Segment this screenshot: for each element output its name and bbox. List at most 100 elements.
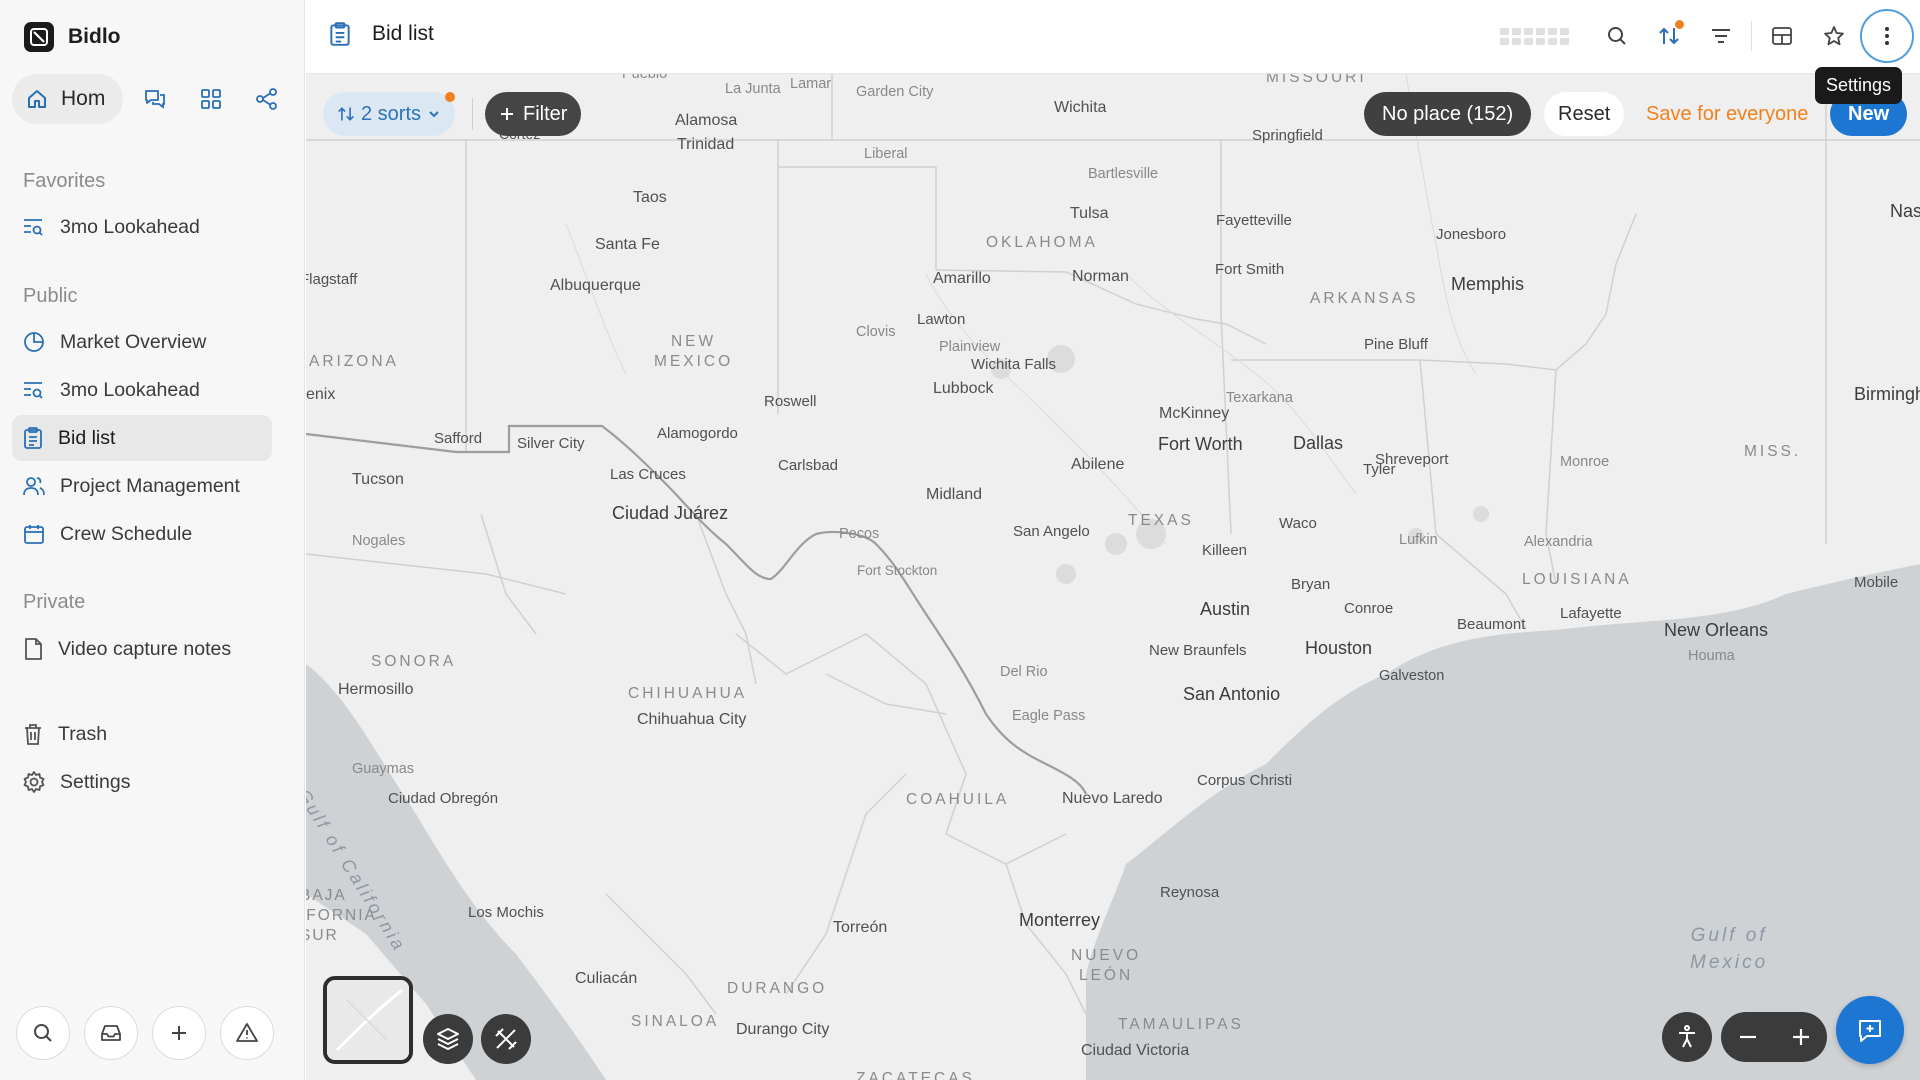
home-button[interactable]: Hom xyxy=(12,74,124,124)
sidebar-item-label: 3mo Lookahead xyxy=(60,378,200,401)
sidebar-item-market-overview[interactable]: Market Overview xyxy=(12,319,272,365)
map-label: Ciudad Victoria xyxy=(1081,1042,1190,1059)
map-thumbnail-icon xyxy=(327,980,409,1060)
accessibility-icon xyxy=(1679,1025,1695,1048)
chevron-down-icon xyxy=(429,111,439,118)
app-name: Bidlo xyxy=(68,25,121,48)
map-label: Ciudad Juárez xyxy=(612,503,729,523)
messages-button[interactable] xyxy=(131,75,179,123)
sort-button[interactable] xyxy=(1643,9,1695,63)
header-toolbar xyxy=(1500,9,1914,63)
trash-icon xyxy=(25,724,41,745)
map-label: Los Mochis xyxy=(468,904,544,921)
zoom-out-icon[interactable] xyxy=(1737,1026,1759,1048)
map-label: Houma xyxy=(1688,648,1735,664)
sidebar-item-label: Trash xyxy=(58,722,108,745)
search-button[interactable] xyxy=(16,1006,70,1060)
map-view[interactable]: Pueblo La Junta Lamar Garden City Wichit… xyxy=(306,74,1920,1080)
search-button[interactable] xyxy=(1591,9,1643,63)
reset-button[interactable]: Reset xyxy=(1544,92,1625,136)
map-label: Safford xyxy=(434,430,483,447)
map-label: Mobile xyxy=(1854,574,1899,591)
brand[interactable]: Bidlo xyxy=(24,22,121,52)
map-label: Garden City xyxy=(856,84,934,100)
star-icon xyxy=(1824,26,1844,46)
graph-button[interactable] xyxy=(243,75,291,123)
file-icon xyxy=(25,638,42,660)
no-place-label: No place (152) xyxy=(1382,102,1514,125)
layout-button[interactable] xyxy=(1756,9,1808,63)
map-label: Fayetteville xyxy=(1216,212,1292,229)
map-label: Bryan xyxy=(1291,576,1331,593)
map-label: Silver City xyxy=(517,435,585,452)
no-place-button[interactable]: No place (152) xyxy=(1364,92,1532,136)
sidebar: Bidlo Hom Favorites 3mo Lookahead Public… xyxy=(0,0,305,1080)
sidebar-item-crew-schedule[interactable]: Crew Schedule xyxy=(12,511,272,557)
add-button[interactable] xyxy=(152,1006,206,1060)
map-label: Clovis xyxy=(856,324,896,340)
favorite-button[interactable] xyxy=(1808,9,1860,63)
sorts-button[interactable]: 2 sorts xyxy=(323,92,456,136)
map-label: Norman xyxy=(1072,268,1129,285)
sidebar-item-settings[interactable]: Settings xyxy=(12,759,272,805)
map-label: Bartlesville xyxy=(1088,166,1159,182)
chat-icon xyxy=(145,90,166,109)
map-label: BAJA IFORNIA SUR xyxy=(306,887,377,944)
map-label: Killeen xyxy=(1202,542,1248,559)
toolbar-divider xyxy=(472,98,473,130)
zoom-controls xyxy=(1721,1012,1827,1062)
sidebar-item-label: 3mo Lookahead xyxy=(60,215,200,238)
map-label: Del Rio xyxy=(1000,664,1048,680)
sidebar-item-favorite-lookahead[interactable]: 3mo Lookahead xyxy=(12,204,272,250)
map-label: Amarillo xyxy=(933,270,991,287)
sidebar-item-bid-list[interactable]: Bid list xyxy=(12,415,272,461)
draw-tools-button[interactable] xyxy=(481,1014,531,1064)
sidebar-item-trash[interactable]: Trash xyxy=(12,711,272,757)
sidebar-item-video-capture-notes[interactable]: Video capture notes xyxy=(12,626,272,672)
sidebar-item-project-management[interactable]: Project Management xyxy=(12,463,272,509)
search-icon xyxy=(34,1024,52,1042)
accessibility-button[interactable] xyxy=(1662,1012,1712,1062)
layers-button[interactable] xyxy=(423,1014,473,1064)
save-label: Save for everyone xyxy=(1646,102,1809,125)
map-label: Springfield xyxy=(1252,127,1323,144)
map-label: COAHUILA xyxy=(906,791,1010,808)
sidebar-item-lookahead[interactable]: 3mo Lookahead xyxy=(12,367,272,413)
map-label: DURANGO xyxy=(727,980,828,997)
message-plus-icon xyxy=(1859,1020,1881,1042)
map-label: MISSOURI xyxy=(1266,74,1367,86)
public-heading: Public xyxy=(23,285,78,307)
filter-button[interactable]: Filter xyxy=(485,92,582,136)
home-label: Hom xyxy=(61,87,106,110)
zoom-in-icon[interactable] xyxy=(1790,1026,1812,1048)
page-title: Bid list xyxy=(372,22,434,45)
calendar-icon xyxy=(24,525,44,544)
layout-icon xyxy=(1772,27,1792,45)
map-label: ARIZONA xyxy=(309,353,399,370)
settings-menu-button[interactable] xyxy=(1860,9,1914,63)
sidebar-item-label: Market Overview xyxy=(60,330,207,353)
filter-button[interactable] xyxy=(1695,9,1747,63)
loading-skeleton xyxy=(1500,27,1569,45)
search-icon xyxy=(1608,27,1626,45)
inbox-icon xyxy=(101,1025,121,1041)
sidebar-item-label: Settings xyxy=(60,770,131,793)
map-label: Tyler xyxy=(1363,461,1396,478)
gear-icon xyxy=(23,771,45,793)
map-label: NUEVO LEÓN xyxy=(1071,947,1142,984)
page-header: Bid list xyxy=(306,0,1920,74)
map-label: McKinney xyxy=(1159,405,1230,422)
map-label: Nogales xyxy=(352,533,406,549)
layers-icon xyxy=(437,1028,459,1050)
chat-button[interactable] xyxy=(1836,996,1904,1064)
map-label: Guaymas xyxy=(352,761,415,777)
basemap-toggle[interactable] xyxy=(323,976,413,1064)
inbox-button[interactable] xyxy=(84,1006,138,1060)
map-label: Houston xyxy=(1305,638,1373,658)
map-label: CHIHUAHUA xyxy=(628,685,748,702)
map-label: Fort Smith xyxy=(1215,261,1285,278)
apps-button[interactable] xyxy=(187,75,235,123)
alerts-button[interactable] xyxy=(220,1006,274,1060)
toolbar-divider xyxy=(1751,21,1752,51)
save-for-everyone-button[interactable]: Save for everyone xyxy=(1636,92,1818,136)
